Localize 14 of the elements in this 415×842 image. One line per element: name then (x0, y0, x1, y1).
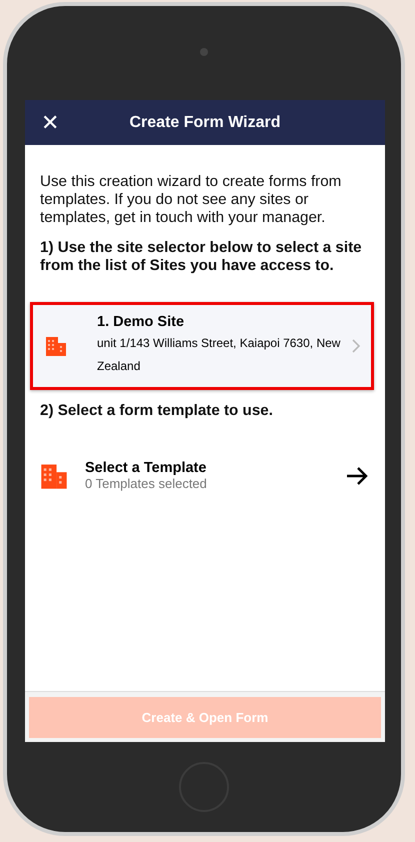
site-name: 1. Demo Site (97, 314, 186, 330)
template-selector[interactable]: Select a Template 0 Templates selected (40, 460, 377, 491)
intro-text: Use this creation wizard to create forms from templates. If you do not see any sites or templates, get in touch with your manager. (40, 173, 342, 227)
step-heading: 2) Select a form template to use. (40, 402, 274, 420)
camera-dot (200, 48, 208, 56)
template-title: Select a Template (85, 460, 208, 476)
template-count: 0 Templates selected (85, 476, 208, 491)
close-button[interactable]: ✕ (37, 110, 63, 136)
step-heading: 1) Use the site selector below to select a site from the list of Sites you have access to. (40, 239, 363, 275)
building-icon (45, 335, 67, 357)
site-selector[interactable]: 1. Demo Site unit 1/143 Williams Street, Kaiapoi 7630, New Zealand (30, 302, 374, 390)
chevron-right-icon (351, 338, 361, 354)
screen-title: Create Form Wizard (130, 114, 280, 132)
site-address: unit 1/143 Williams Street, Kaiapoi 7630, New Zealand (97, 335, 342, 375)
